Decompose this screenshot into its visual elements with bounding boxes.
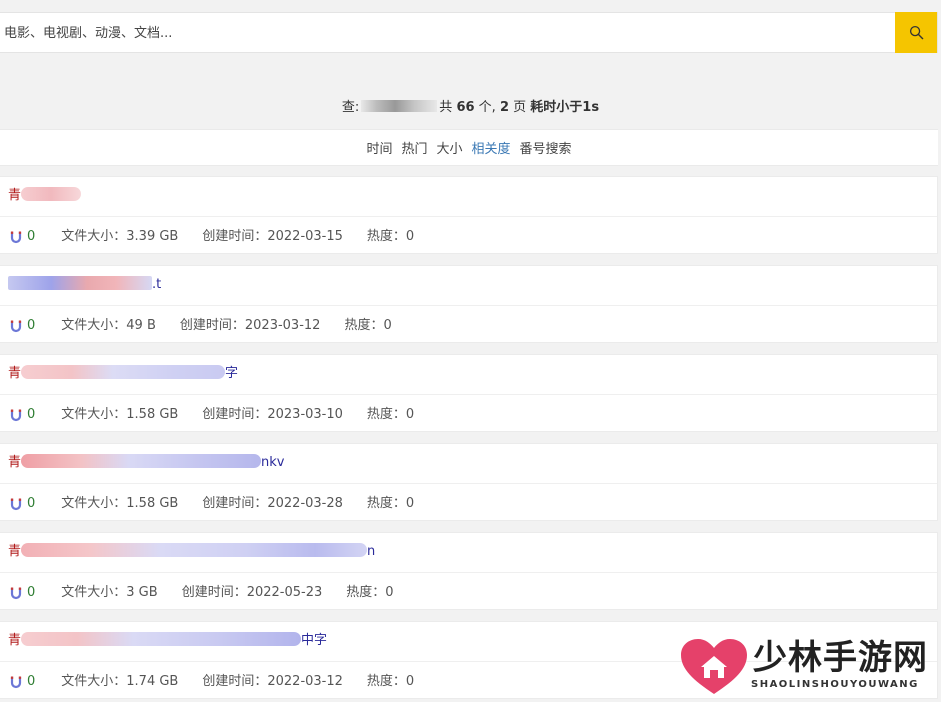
blurred-title	[21, 543, 368, 557]
magnet-icon	[10, 587, 22, 599]
magnet-icon	[10, 676, 22, 688]
sort-code-search[interactable]: 番号搜索	[520, 138, 572, 157]
created-time: 创建时间：2023-03-12	[179, 318, 321, 333]
divider	[0, 394, 937, 395]
title-end: 字	[225, 366, 239, 381]
magnet-count: 0	[27, 585, 36, 600]
magnet-count: 0	[27, 674, 36, 689]
magnet-link[interactable]: 0	[10, 584, 35, 602]
result-meta: 0 文件大小：1.74 GB 创建时间：2022-03-12 热度：0	[10, 673, 438, 691]
blurred-title	[8, 276, 152, 290]
title-start: 青	[8, 366, 22, 381]
result-title[interactable]: .t	[8, 275, 161, 295]
search-icon	[909, 25, 923, 40]
sort-relevance[interactable]: 相关度	[472, 138, 511, 157]
created-time: 创建时间：2022-03-12	[202, 674, 343, 689]
search-input[interactable]	[0, 13, 902, 54]
magnet-link[interactable]: 0	[10, 673, 35, 691]
result-title[interactable]: 青	[8, 186, 82, 206]
result-card: 青字 0 文件大小：1.58 GB 创建时间：2023-03-10 热度：0	[0, 354, 938, 432]
watermark-name: 少林手游网	[753, 638, 928, 678]
sort-popular[interactable]: 热门	[401, 138, 427, 157]
magnet-icon	[10, 231, 22, 243]
title-start: 青	[8, 544, 22, 559]
title-start: 青	[8, 633, 22, 648]
blurred-title	[21, 187, 82, 201]
search-button[interactable]	[895, 12, 937, 53]
file-size: 文件大小：3 GB	[61, 585, 158, 600]
divider	[0, 216, 937, 217]
file-size: 文件大小：49 B	[61, 318, 156, 333]
magnet-count: 0	[27, 229, 36, 244]
magnet-icon	[10, 320, 22, 332]
hotness: 热度：0	[366, 407, 415, 422]
magnet-count: 0	[27, 407, 36, 422]
title-end: 中字	[301, 633, 328, 648]
magnet-count: 0	[27, 318, 36, 333]
divider	[0, 483, 937, 484]
sort-time[interactable]: 时间	[366, 138, 392, 157]
result-title[interactable]: 青 nkv	[8, 453, 284, 473]
search-bar	[0, 12, 938, 54]
magnet-link[interactable]: 0	[10, 317, 35, 335]
sort-size[interactable]: 大小	[436, 138, 462, 157]
result-title[interactable]: 青 中字	[8, 631, 327, 651]
magnet-icon	[10, 409, 22, 421]
result-meta: 0 文件大小：3 GB 创建时间：2022-05-23 热度：0	[10, 584, 418, 602]
result-count-unit: 个,	[478, 100, 496, 115]
magnet-link[interactable]: 0	[10, 406, 35, 424]
site-watermark: 少林手游网 SHAOLINSHOUYOUWANG	[673, 638, 935, 698]
divider	[0, 305, 937, 306]
result-card: .t 0 文件大小：49 B 创建时间：2023-03-12 热度：0	[0, 265, 938, 343]
result-card: 青 nkv 0 文件大小：1.58 GB 创建时间：2022-03-28 热度：0	[0, 443, 938, 521]
magnet-link[interactable]: 0	[10, 495, 35, 513]
sort-bar: 时间 热门 大小 相关度 番号搜索	[0, 129, 938, 166]
summary-prefix: 查:	[341, 100, 360, 115]
title-end: nkv	[261, 455, 285, 470]
result-meta: 0 文件大小：3.39 GB 创建时间：2022-03-15 热度：0	[10, 228, 438, 246]
hotness: 热度：0	[344, 318, 392, 333]
page-count-unit: 页	[513, 100, 527, 115]
elapsed-time: 耗时小于1s	[530, 100, 600, 115]
page-count: 2	[499, 100, 509, 115]
result-card: 青 0 文件大小：3.39 GB 创建时间：2022-03-15 热度：0	[0, 176, 938, 254]
summary-total-label: 共	[439, 100, 453, 115]
heart-house-icon	[681, 639, 747, 694]
created-time: 创建时间：2022-03-28	[202, 496, 343, 511]
result-meta: 0 文件大小：1.58 GB 创建时间：2022-03-28 热度：0	[10, 495, 438, 513]
result-count: 66	[456, 100, 475, 115]
watermark-subtitle: SHAOLINSHOUYOUWANG	[751, 679, 919, 690]
created-time: 创建时间：2023-03-10	[202, 407, 343, 422]
blurred-query	[361, 100, 438, 112]
magnet-icon	[10, 498, 22, 510]
hotness: 热度：0	[346, 585, 394, 600]
title-start: 青	[8, 188, 22, 203]
title-end: n	[367, 544, 376, 559]
blurred-title	[21, 365, 226, 379]
file-size: 文件大小：1.58 GB	[61, 496, 179, 511]
magnet-count: 0	[27, 496, 36, 511]
result-title[interactable]: 青n	[8, 542, 375, 562]
blurred-title	[21, 454, 262, 468]
result-meta: 0 文件大小：1.58 GB 创建时间：2023-03-10 热度：0	[10, 406, 438, 424]
created-time: 创建时间：2022-05-23	[181, 585, 323, 600]
hotness: 热度：0	[366, 674, 415, 689]
hotness: 热度：0	[366, 229, 415, 244]
result-summary: 查: 共 66 个, 2 页 耗时小于1s	[0, 96, 941, 115]
result-card: 青n 0 文件大小：3 GB 创建时间：2022-05-23 热度：0	[0, 532, 938, 610]
result-title[interactable]: 青字	[8, 364, 238, 384]
title-end: .t	[152, 277, 162, 292]
file-size: 文件大小：3.39 GB	[61, 229, 179, 244]
hotness: 热度：0	[366, 496, 415, 511]
file-size: 文件大小：1.74 GB	[61, 674, 179, 689]
result-meta: 0 文件大小：49 B 创建时间：2023-03-12 热度：0	[10, 317, 416, 335]
divider	[0, 572, 937, 573]
file-size: 文件大小：1.58 GB	[61, 407, 179, 422]
created-time: 创建时间：2022-03-15	[202, 229, 343, 244]
blurred-title	[21, 632, 302, 646]
title-start: 青	[8, 455, 22, 470]
magnet-link[interactable]: 0	[10, 228, 35, 246]
